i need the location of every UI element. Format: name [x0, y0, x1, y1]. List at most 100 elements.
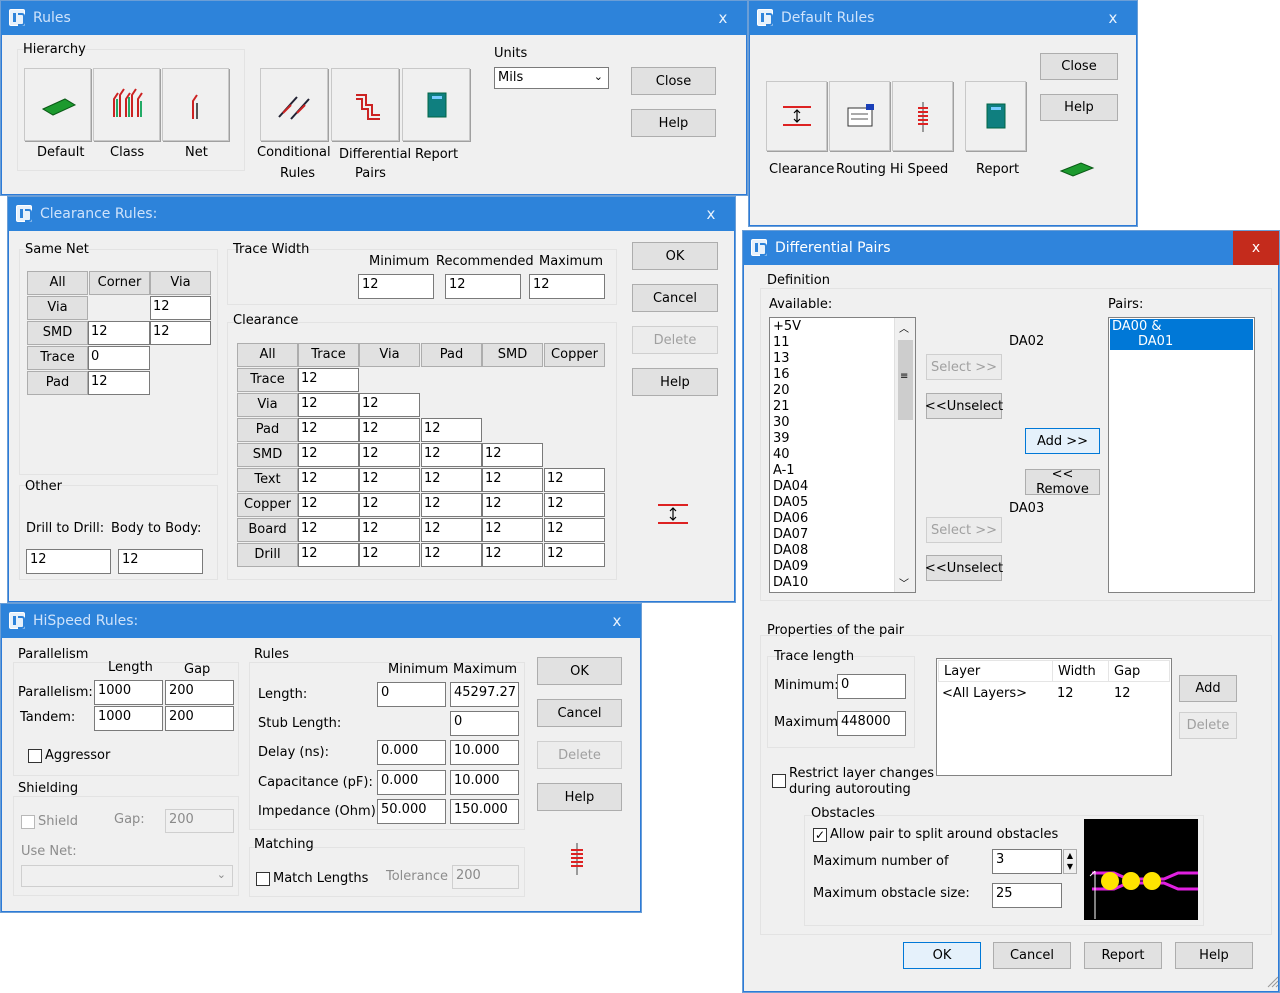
cl-cell[interactable]: 12 — [421, 543, 482, 567]
use-net-select[interactable]: ⌄ — [21, 865, 233, 887]
spin-down-icon[interactable]: ▼ — [1064, 861, 1076, 872]
clearance-delete-button[interactable]: Delete — [632, 326, 718, 354]
shield-checkbox[interactable] — [21, 815, 35, 829]
select-button-1[interactable]: Select >> — [926, 354, 1002, 380]
sn-smd-corner[interactable]: 12 — [88, 321, 150, 345]
cl-header-smd[interactable]: SMD — [482, 343, 543, 367]
cl-cell[interactable]: 12 — [359, 443, 420, 467]
rules-titlebar[interactable]: Rules x — [1, 1, 747, 35]
close-icon[interactable]: x — [607, 604, 627, 638]
tandem-length-input[interactable]: 1000 — [94, 706, 163, 731]
cl-cell[interactable]: 12 — [298, 468, 359, 492]
default-close-button[interactable]: Close — [1040, 53, 1118, 80]
cl-row-drill[interactable]: Drill — [237, 543, 298, 567]
cl-cell[interactable]: 12 — [359, 393, 420, 417]
net-tile[interactable] — [162, 68, 229, 141]
add-pair-button[interactable]: Add >> — [1025, 428, 1100, 454]
cl-cell[interactable]: 12 — [482, 543, 543, 567]
cl-cell[interactable]: 12 — [298, 543, 359, 567]
clearance-titlebar[interactable]: Clearance Rules: x — [8, 197, 735, 231]
default-tile[interactable] — [24, 68, 91, 141]
layer-delete-button[interactable]: Delete — [1179, 712, 1237, 739]
sn-trace-corner[interactable]: 0 — [88, 346, 150, 370]
clearance-cancel-button[interactable]: Cancel — [632, 284, 718, 312]
cl-cell[interactable]: 12 — [298, 443, 359, 467]
aggressor-checkbox[interactable] — [28, 749, 42, 763]
sn-row-via[interactable]: Via — [27, 296, 88, 320]
sn-via-via[interactable]: 12 — [150, 296, 211, 320]
close-icon[interactable]: x — [713, 1, 733, 35]
trace-max-input[interactable]: 448000 — [837, 711, 906, 736]
cl-cell[interactable]: 12 — [359, 518, 420, 542]
available-list[interactable]: +5V 11 13 16 20 21 30 39 40 A-1 DA04 DA05 DA06 DA07 DA… — [769, 317, 916, 593]
gap-header[interactable]: Gap — [1108, 660, 1170, 682]
cl-row-copper[interactable]: Copper — [237, 493, 298, 517]
delay-max-input[interactable]: 10.000 — [450, 740, 519, 765]
routing-tile[interactable] — [829, 81, 890, 151]
cl-row-via[interactable]: Via — [237, 393, 298, 417]
diff-ok-button[interactable]: OK — [903, 942, 981, 969]
remove-pair-button[interactable]: << Remove — [1025, 467, 1100, 497]
cl-header-all[interactable]: All — [237, 343, 298, 367]
sn-smd-via[interactable]: 12 — [150, 321, 211, 345]
close-icon[interactable]: x — [701, 197, 721, 231]
close-icon[interactable]: x — [1103, 1, 1123, 35]
cl-cell[interactable]: 12 — [544, 468, 605, 492]
capacitance-max-input[interactable]: 10.000 — [450, 770, 519, 795]
cl-cell[interactable]: 12 — [482, 443, 543, 467]
tandem-gap-input[interactable]: 200 — [165, 706, 234, 731]
cl-cell[interactable]: 12 — [544, 518, 605, 542]
rules-help-button[interactable]: Help — [631, 109, 716, 137]
cl-cell[interactable]: 12 — [298, 393, 359, 417]
cl-cell[interactable]: 12 — [482, 518, 543, 542]
max-number-input[interactable]: 3 — [992, 849, 1062, 874]
width-header[interactable]: Width — [1052, 660, 1109, 682]
clearance-help-button[interactable]: Help — [632, 368, 718, 396]
layer-row-width[interactable]: 12 — [1057, 686, 1074, 701]
delay-min-input[interactable]: 0.000 — [377, 740, 446, 765]
cl-header-trace[interactable]: Trace — [298, 343, 359, 367]
cl-cell[interactable]: 12 — [298, 493, 359, 517]
allow-split-checkbox[interactable]: ✓ — [813, 828, 827, 842]
diff-titlebar[interactable]: Differential Pairs x — [743, 231, 1279, 265]
drill-to-drill-input[interactable]: 12 — [26, 549, 111, 574]
cl-cell[interactable]: 12 — [421, 518, 482, 542]
cl-row-text[interactable]: Text — [237, 468, 298, 492]
tw-maximum-input[interactable]: 12 — [529, 274, 605, 299]
layer-header[interactable]: Layer — [938, 660, 1053, 682]
layer-table[interactable]: Layer Width Gap <All Layers> 12 12 — [936, 658, 1172, 776]
gap-input[interactable]: 200 — [165, 809, 234, 833]
cl-cell[interactable]: 12 — [421, 443, 482, 467]
tw-minimum-input[interactable]: 12 — [358, 274, 434, 299]
cl-header-copper[interactable]: Copper — [544, 343, 605, 367]
class-tile[interactable] — [93, 68, 160, 141]
close-icon[interactable]: x — [1233, 231, 1279, 265]
length-min-input[interactable]: 0 — [377, 682, 446, 707]
cl-cell[interactable]: 12 — [544, 543, 605, 567]
diff-report-button[interactable]: Report — [1084, 942, 1162, 969]
scroll-down-icon[interactable]: ﹀ — [899, 575, 909, 590]
clearance-ok-button[interactable]: OK — [632, 242, 718, 270]
unselect-button-1[interactable]: <<Unselect — [925, 393, 1003, 419]
resize-grip-icon[interactable] — [1267, 976, 1279, 988]
default-help-button[interactable]: Help — [1040, 94, 1118, 121]
layer-add-button[interactable]: Add — [1179, 675, 1237, 702]
parallelism-gap-input[interactable]: 200 — [165, 680, 234, 705]
hispeed-titlebar[interactable]: HiSpeed Rules: x — [1, 604, 641, 638]
cl-cell[interactable]: 12 — [421, 418, 482, 442]
tw-recommended-input[interactable]: 12 — [445, 274, 521, 299]
hispeed-ok-button[interactable]: OK — [537, 657, 622, 685]
default-rules-titlebar[interactable]: Default Rules x — [749, 1, 1137, 35]
cl-cell[interactable]: 12 — [359, 543, 420, 567]
max-number-spinner[interactable]: ▲ ▼ — [1063, 849, 1077, 874]
cl-header-pad[interactable]: Pad — [421, 343, 482, 367]
rules-close-button[interactable]: Close — [631, 67, 716, 95]
hispeed-cancel-button[interactable]: Cancel — [537, 699, 622, 727]
restrict-layer-checkbox[interactable] — [772, 774, 786, 788]
layer-row-gap[interactable]: 12 — [1114, 686, 1131, 701]
cl-cell[interactable]: 12 — [421, 468, 482, 492]
cl-cell[interactable]: 12 — [359, 468, 420, 492]
trace-min-input[interactable]: 0 — [837, 674, 906, 699]
cl-cell[interactable]: 12 — [544, 493, 605, 517]
cl-row-board[interactable]: Board — [237, 518, 298, 542]
